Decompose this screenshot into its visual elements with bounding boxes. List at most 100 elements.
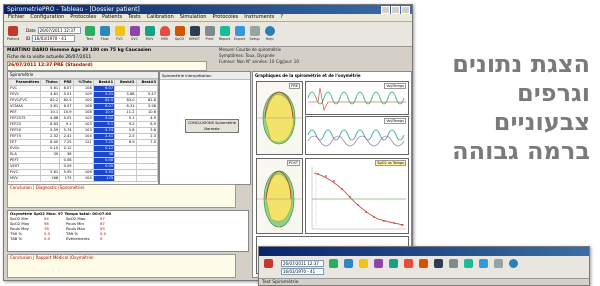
saturation-label: SpO2 vs Temps	[375, 160, 406, 166]
menu-item[interactable]: Configuration	[30, 14, 64, 21]
oxymetry-conclusion-field[interactable]: Conclusion | Rapport Médical (Oxymétrie)	[7, 254, 236, 278]
menu-item[interactable]: Fichier	[8, 14, 24, 21]
visit-label: Fiche de la visite actuelle 26/07/2011	[7, 55, 92, 60]
saturation-plot	[311, 167, 406, 230]
table-cell: 104	[72, 175, 94, 182]
measure-row: Fumeur: Non N° années: 10 Cig/jour: 10	[219, 59, 299, 64]
title-bar: SpirometriePRO - Tableau - [Dossier pati…	[4, 5, 412, 14]
flow-volume-plot-post	[257, 170, 302, 228]
mvv-icon[interactable]	[387, 259, 399, 275]
menu-item[interactable]: Protocoles	[212, 14, 238, 21]
table-cell: 168	[40, 175, 61, 182]
export-icon[interactable]	[477, 259, 489, 275]
test-icon[interactable]: Test	[84, 26, 96, 42]
interpretation-header: Spirométrie interprétation	[160, 72, 250, 80]
table-row[interactable]: MVV 168 175 104 175	[8, 175, 158, 182]
post-label: POST	[286, 160, 300, 166]
flow-volume-chart-post: POST	[256, 158, 303, 234]
spirometry-table-panel: Spirométrie Paramètres Théor. PRE %Théo Best…	[7, 71, 159, 185]
oxymetry-label: T88 %	[10, 236, 22, 241]
toolbar-fields: Date 26/07/2011 12:37 ID 16/03/1970 - 41	[26, 26, 81, 42]
heart-icon[interactable]	[402, 259, 414, 275]
conclusions-button[interactable]: CONCLUSIONS Spirométrie Normale	[185, 119, 239, 133]
patient-icon[interactable]: Patient	[7, 26, 19, 42]
help-icon[interactable]: Help	[264, 26, 276, 42]
secondary-status: Test Spirométrie	[262, 280, 299, 285]
charts-header: Graphiques de la spirométrie et de l'oxy…	[255, 73, 361, 78]
main-window: SpirometriePRO - Tableau - [Dossier pati…	[3, 4, 413, 281]
table-cell: 175	[59, 175, 74, 182]
toolbar: Patient Date 26/07/2011 12:37 ID 16/03/197…	[4, 22, 412, 47]
menu-item[interactable]: Calibration	[147, 14, 174, 21]
secondary-fields: 26/07/2011 12:37 16/03/1970 - 41	[281, 259, 324, 275]
spirometry-table: Paramètres Théor. PRE %Théo Best#1 Best#2 Best…	[8, 79, 158, 182]
maximize-button[interactable]	[391, 5, 400, 14]
visit-select[interactable]: 26/07/2011 12:37 PRE (Standard)	[7, 61, 207, 71]
oxymetry-value: 0.0	[44, 236, 51, 241]
table-cell	[135, 175, 158, 182]
fvc-icon[interactable]: FVC	[114, 26, 126, 42]
menu-item[interactable]: Instruments	[244, 14, 274, 21]
id-field-2[interactable]: 16/03/1970 - 41	[281, 267, 324, 275]
heart-icon[interactable]: HRV	[159, 26, 171, 42]
menu-item[interactable]: ?	[280, 14, 283, 21]
promo-line: צבעוניים	[493, 108, 590, 136]
oxymetry-panel: Oxymétrie SpO2 Max: 97 Temps total: 00:0…	[7, 210, 249, 252]
help-icon[interactable]	[507, 259, 519, 275]
date-field-2[interactable]: 26/07/2011 12:37	[281, 259, 324, 267]
flow-icon[interactable]: Flow	[99, 26, 111, 42]
report-icon[interactable]: Report	[219, 26, 231, 42]
patient-name: MARTINO DARIO Homme Age 39 180 cm 75 kg …	[7, 48, 152, 53]
table-cell	[114, 175, 137, 182]
oxymetry-label: Événements	[66, 236, 90, 241]
flow-volume-plot	[257, 91, 302, 145]
id-field[interactable]: 16/03/1970 - 41	[32, 34, 76, 42]
volume-time-chart-1: Vol/Temps	[305, 81, 409, 115]
promo-line: ברמה גבוהה	[452, 137, 590, 165]
close-button[interactable]	[401, 5, 410, 14]
oxymetry-value: 0	[100, 236, 103, 241]
flow-volume-chart-pre: PRE	[256, 81, 303, 155]
settings-icon[interactable]	[492, 259, 504, 275]
print-icon[interactable]: Print	[204, 26, 216, 42]
vt-label-2: Vol/Temps	[384, 118, 406, 124]
window-title: SpirometriePRO - Tableau - [Dossier pati…	[7, 6, 140, 13]
secondary-title-bar	[259, 247, 589, 256]
menu-item[interactable]: Tests	[128, 14, 140, 21]
svc-icon[interactable]: SVC	[129, 26, 141, 42]
volume-time-chart-2: Vol/Temps	[305, 116, 409, 155]
print-icon[interactable]	[447, 259, 459, 275]
spirometry-conclusion-field[interactable]: Conclusion | Diagnostic (Spirométrie)	[7, 184, 236, 208]
menu-item[interactable]: Protocoles	[70, 14, 96, 21]
walk-icon[interactable]: 6MWT	[189, 26, 201, 42]
promo-text: הצגת נתונים וגרפים צבעוניים ברמה גבוהה	[418, 50, 590, 166]
walk-icon[interactable]	[432, 259, 444, 275]
menu-item[interactable]: Simulation	[180, 14, 207, 21]
minimize-button[interactable]	[381, 5, 390, 14]
test-icon[interactable]	[327, 259, 339, 275]
saturation-chart: SpO2 vs Temps	[305, 158, 409, 234]
secondary-toolbar: 26/07/2011 12:37 16/03/1970 - 41	[259, 256, 589, 279]
secondary-window: 26/07/2011 12:37 16/03/1970 - 41 Test Sp…	[258, 246, 590, 286]
export-icon[interactable]: Export	[234, 26, 246, 42]
oxim-icon[interactable]: SpO2	[174, 26, 186, 42]
table-cell: 175	[92, 175, 116, 182]
settings-icon[interactable]: Setup	[249, 26, 261, 42]
promo-line: הצגת נתונים	[452, 50, 590, 78]
patient-icon[interactable]	[262, 259, 274, 275]
oxymetry-row: T88 % 0.0 Événements 0	[8, 236, 248, 241]
date-field[interactable]: 26/07/2011 12:37	[37, 26, 81, 34]
patient-info: MARTINO DARIO Homme Age 39 180 cm 75 kg …	[7, 47, 207, 71]
report-icon[interactable]	[462, 259, 474, 275]
flow-volume-label: PRE	[289, 83, 300, 89]
menu-item[interactable]: Patients	[102, 14, 122, 21]
fvc-icon[interactable]	[357, 259, 369, 275]
flow-icon[interactable]	[342, 259, 354, 275]
measures-panel: Mesure: Courbe de spirométrie Symptômes:…	[219, 47, 409, 69]
promo-line: וגרפים	[517, 79, 590, 107]
menu-bar: Fichier Configuration Protocoles Patient…	[4, 14, 412, 22]
oxim-icon[interactable]	[417, 259, 429, 275]
svc-icon[interactable]	[372, 259, 384, 275]
mvv-icon[interactable]: MVV	[144, 26, 156, 42]
table-cell: MVV	[8, 175, 42, 182]
